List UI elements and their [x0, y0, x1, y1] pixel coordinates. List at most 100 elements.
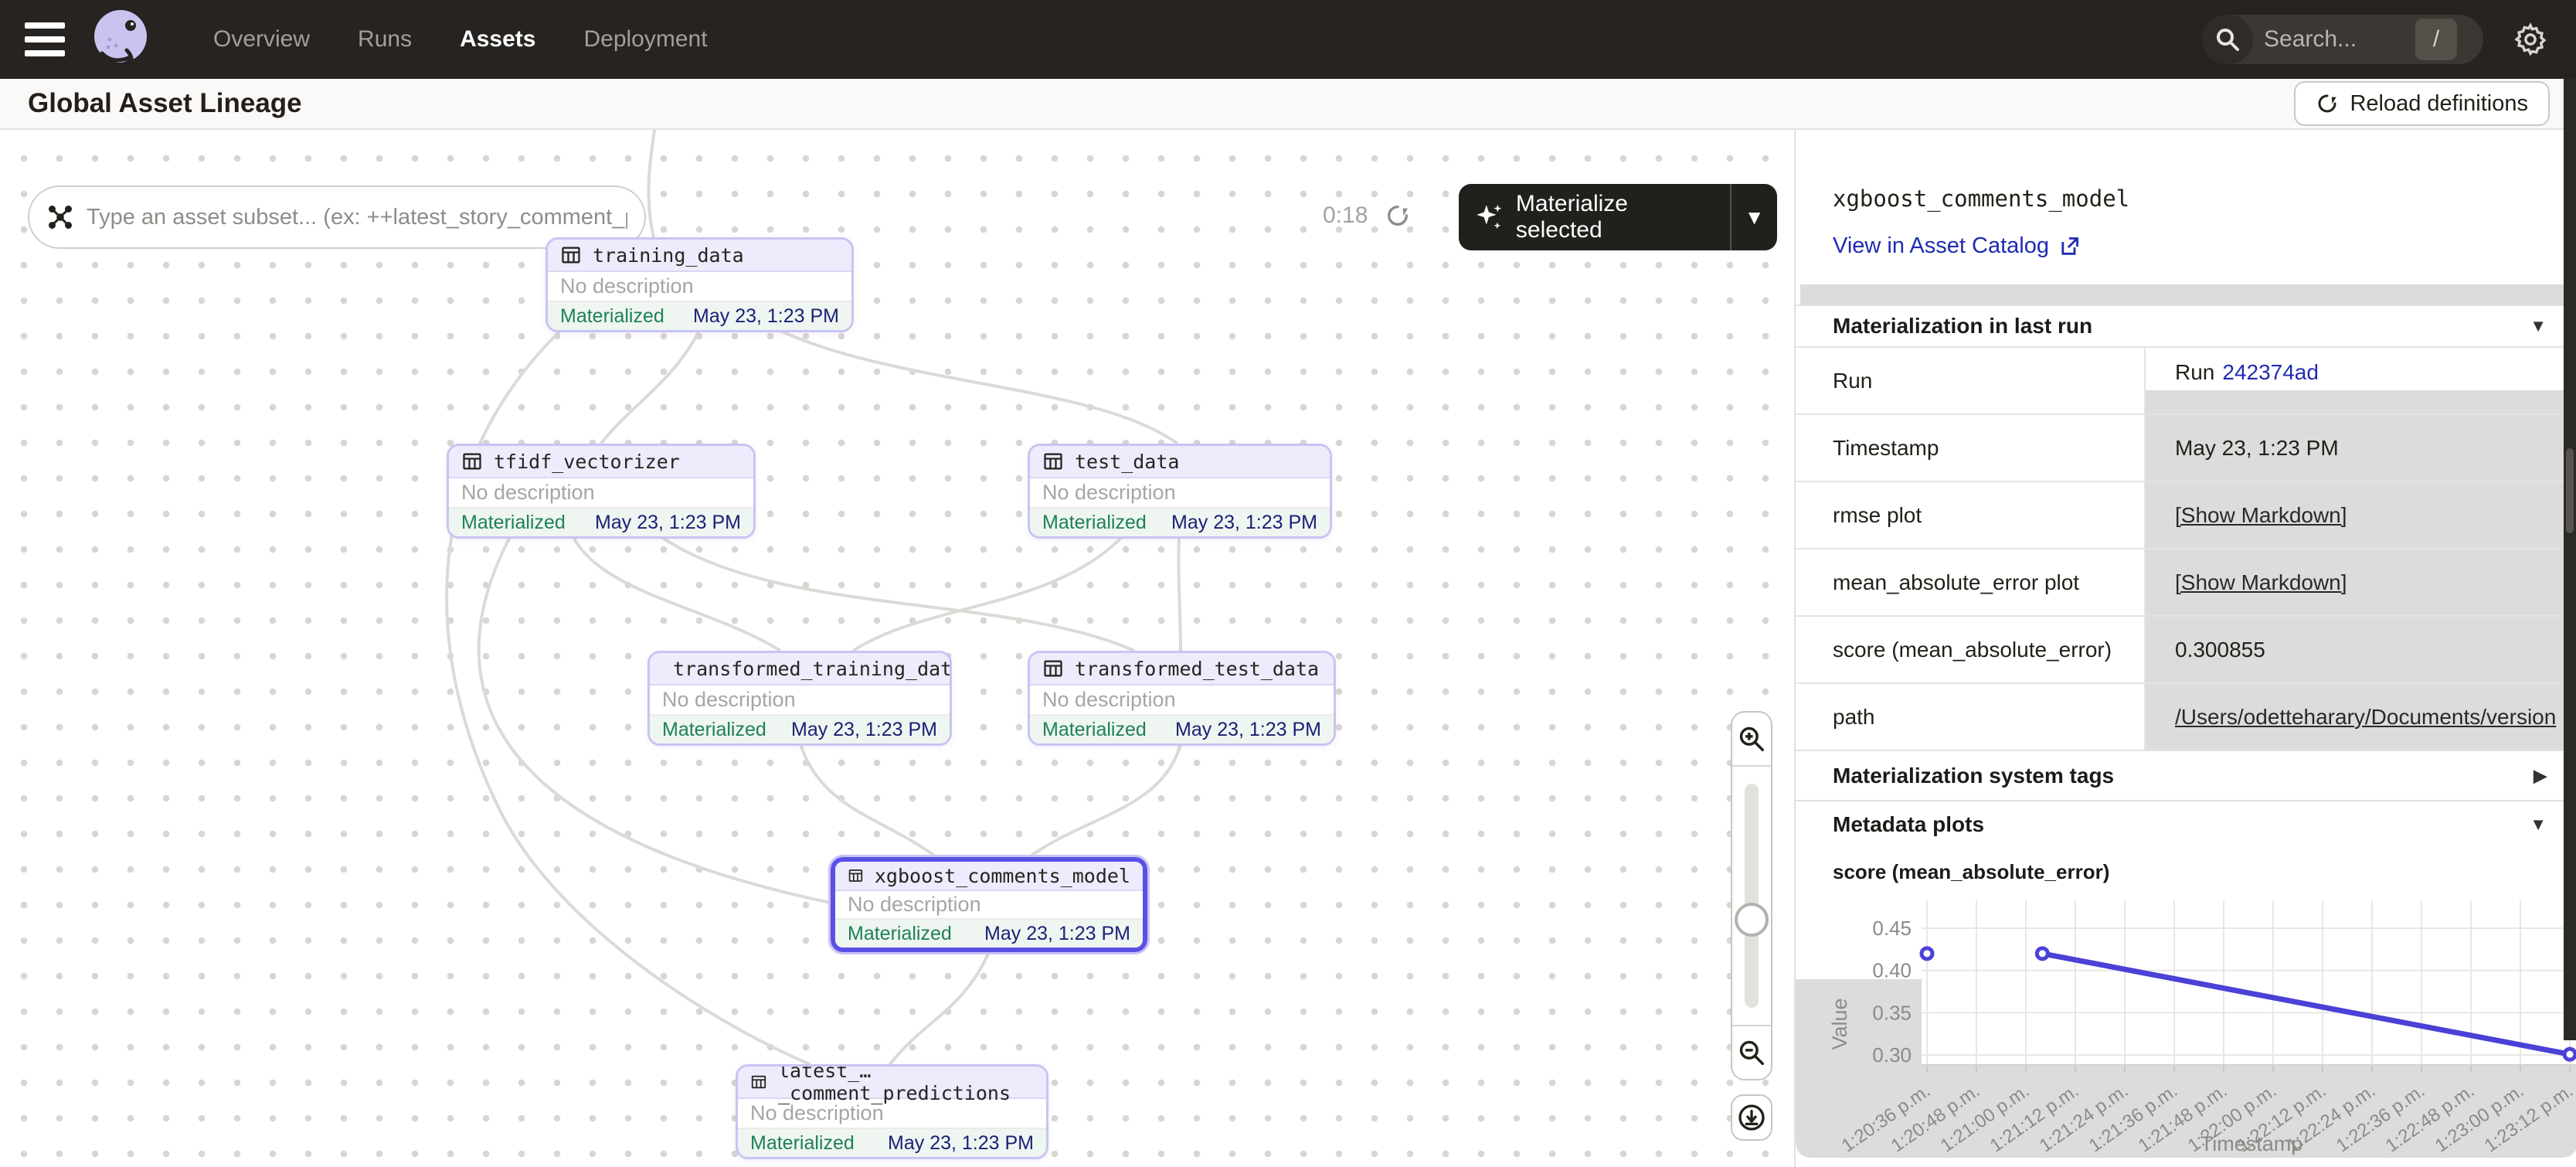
page-scrollbar-thumb[interactable] [2566, 448, 2574, 533]
horizontal-scrollbar[interactable] [1800, 284, 2576, 305]
asset-description: No description [1030, 478, 1330, 509]
metadata-plot: 0.450.400.350.301:20:36 p.m.1:20:48 p.m.… [1796, 893, 2576, 1167]
show-markdown-link[interactable]: [Show Markdown] [2175, 503, 2347, 528]
asset-node-training-data[interactable]: training_data No description Materialize… [545, 237, 854, 332]
zoom-in-button[interactable] [1732, 713, 1771, 767]
section-label: Materialization in last run [1833, 314, 2092, 339]
refresh-icon[interactable] [1385, 202, 1411, 229]
nav-item-runs[interactable]: Runs [358, 26, 412, 53]
asset-name: test_data [1075, 451, 1179, 473]
zoom-controls [1731, 711, 1772, 1080]
page-scrollbar[interactable] [2564, 79, 2576, 1040]
nav-item-assets[interactable]: Assets [460, 26, 535, 53]
row-scrollbar[interactable] [2146, 390, 2576, 413]
row-value: 0.300855 [2146, 617, 2576, 682]
asset-graph-icon [46, 203, 74, 231]
refresh-timer: 0:18 [1323, 202, 1411, 229]
download-icon [1736, 1102, 1767, 1133]
asset-name: latest_…_comment_predictions [778, 1064, 1034, 1104]
row-key: Timestamp [1796, 415, 2146, 481]
reload-icon [2316, 92, 2339, 115]
asset-detail-panel: xgboost_comments_model View in Asset Cat… [1794, 130, 2576, 1167]
asset-description: No description [1030, 686, 1334, 716]
svg-text:0.45: 0.45 [1872, 917, 1912, 940]
row-key: Run [1796, 348, 2146, 413]
download-graph-button[interactable] [1731, 1094, 1772, 1141]
status-badge: Materialized [662, 719, 766, 741]
table-row: score (mean_absolute_error) 0.300855 [1796, 615, 2576, 682]
asset-node-latest-comment-predictions[interactable]: latest_…_comment_predictions No descript… [736, 1064, 1048, 1159]
path-link[interactable]: /Users/odetteharary/Documents/version [2175, 705, 2556, 730]
chevron-down-icon: ▼ [2530, 815, 2547, 835]
materialize-selected-button[interactable]: Materialize selected ▼ [1459, 184, 1777, 250]
reload-definitions-label: Reload definitions [2350, 91, 2528, 117]
top-nav: Overview Runs Assets Deployment / [0, 0, 2576, 79]
row-key: rmse plot [1796, 482, 2146, 548]
asset-name: tfidf_vectorizer [494, 451, 680, 473]
svg-text:0.30: 0.30 [1872, 1043, 1912, 1067]
status-badge: Materialized [1042, 719, 1147, 741]
svg-text:Value: Value [1828, 998, 1851, 1050]
asset-node-tfidf-vectorizer[interactable]: tfidf_vectorizer No description Material… [447, 444, 756, 539]
chevron-right-icon: ▶ [2534, 766, 2547, 786]
row-key: mean_absolute_error plot [1796, 549, 2146, 615]
table-row: rmse plot [Show Markdown] [1796, 481, 2576, 548]
search-input[interactable] [2264, 26, 2411, 53]
external-link-icon [2058, 236, 2080, 257]
section-materialization-in-last-run[interactable]: Materialization in last run ▼ [1796, 305, 2576, 346]
hamburger-menu-icon[interactable] [25, 22, 65, 56]
svg-text:Timestamp: Timestamp [2200, 1132, 2303, 1155]
zoom-out-button[interactable] [1732, 1025, 1771, 1079]
table-icon [848, 865, 864, 886]
status-badge: Materialized [560, 305, 664, 328]
status-badge: Materialized [461, 512, 566, 534]
table-icon [1042, 658, 1064, 679]
asset-subset-input[interactable] [87, 205, 627, 230]
materialize-dropdown-caret[interactable]: ▼ [1731, 206, 1777, 230]
row-key: score (mean_absolute_error) [1796, 617, 2146, 682]
asset-name: transformed_test_data [1075, 658, 1319, 680]
page-title: Global Asset Lineage [28, 88, 302, 119]
show-markdown-link[interactable]: [Show Markdown] [2175, 570, 2347, 595]
section-metadata-plots[interactable]: Metadata plots ▼ [1796, 800, 2576, 848]
table-icon [1042, 451, 1064, 472]
materialized-date: May 23, 1:23 PM [888, 1132, 1034, 1155]
nav-right: / [2202, 15, 2576, 64]
reload-definitions-button[interactable]: Reload definitions [2294, 81, 2550, 126]
table-row: path /Users/odetteharary/Documents/versi… [1796, 682, 2576, 750]
asset-name: transformed_training_data [673, 658, 952, 680]
svg-text:0.40: 0.40 [1872, 959, 1912, 982]
global-search[interactable]: / [2202, 15, 2483, 64]
chart-title: score (mean_absolute_error) [1833, 860, 2109, 884]
nav-item-deployment[interactable]: Deployment [583, 26, 707, 53]
zoom-slider[interactable] [1732, 767, 1771, 1025]
zoom-slider-track[interactable] [1745, 784, 1759, 1008]
asset-node-transformed-training-data[interactable]: transformed_training_data No description… [647, 651, 952, 746]
page-header: Global Asset Lineage Reload definitions [0, 79, 2576, 130]
table-row: Run Run242374ad [1796, 346, 2576, 413]
view-in-asset-catalog-link[interactable]: View in Asset Catalog [1833, 233, 2080, 259]
zoom-out-icon [1737, 1038, 1766, 1067]
svg-text:0.35: 0.35 [1872, 1001, 1912, 1024]
nav-item-overview[interactable]: Overview [213, 26, 310, 53]
asset-name: training_data [593, 244, 744, 267]
asset-node-transformed-test-data[interactable]: transformed_test_data No description Mat… [1028, 651, 1336, 746]
lineage-graph-pane[interactable]: 0:18 Materialize selected ▼ training_dat… [0, 130, 1794, 1167]
zoom-in-icon [1737, 724, 1766, 754]
status-badge: Materialized [848, 923, 952, 945]
zoom-slider-thumb[interactable] [1735, 903, 1769, 937]
table-icon [750, 1071, 767, 1093]
settings-gear-icon[interactable] [2513, 22, 2548, 57]
search-icon [2202, 15, 2253, 64]
asset-node-xgboost-comments-model[interactable]: xgboost_comments_model No description Ma… [831, 857, 1147, 952]
timer-value: 0:18 [1323, 202, 1368, 229]
table-row: mean_absolute_error plot [Show Markdown] [1796, 548, 2576, 615]
row-key: path [1796, 684, 2146, 750]
row-value: May 23, 1:23 PM [2146, 415, 2576, 481]
chevron-down-icon: ▼ [2530, 316, 2547, 336]
dagster-logo[interactable] [87, 5, 155, 73]
section-materialization-system-tags[interactable]: Materialization system tags ▶ [1796, 750, 2576, 800]
materialized-date: May 23, 1:23 PM [595, 512, 741, 534]
run-id-link[interactable]: 242374ad [2222, 360, 2319, 385]
asset-node-test-data[interactable]: test_data No description MaterializedMay… [1028, 444, 1332, 539]
